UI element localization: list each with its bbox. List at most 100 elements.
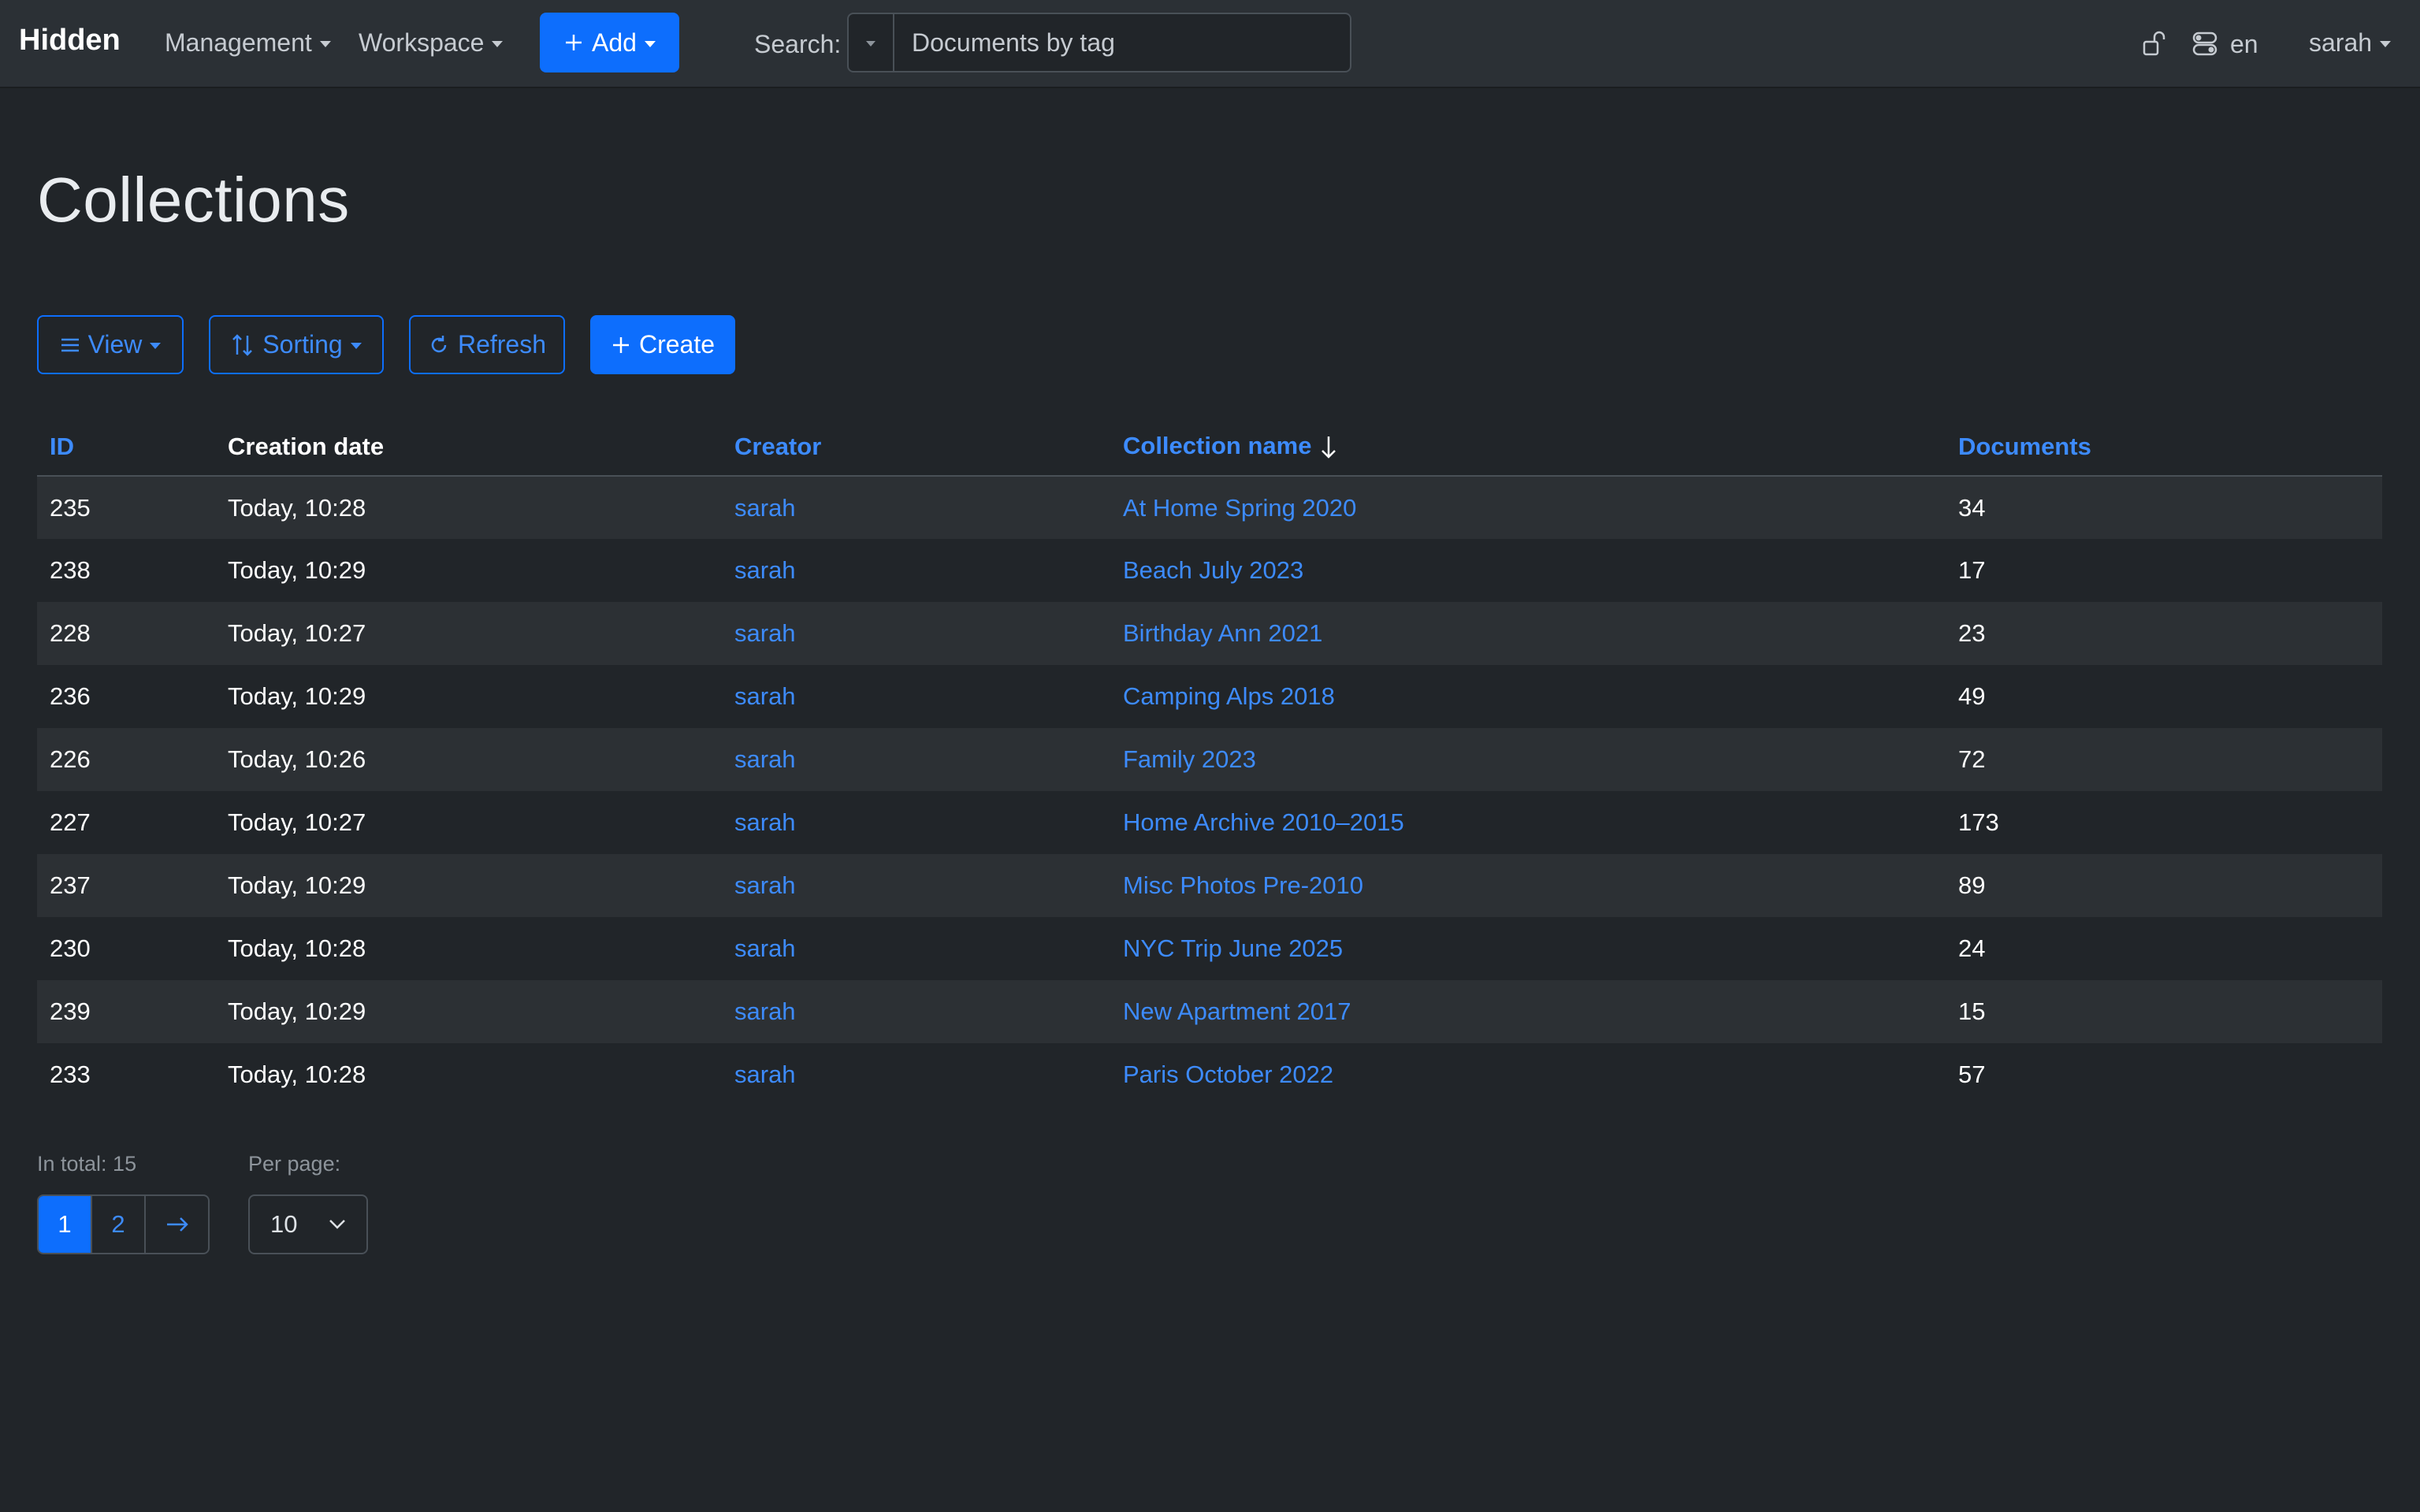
cell-creator-link[interactable]: sarah	[722, 980, 1110, 1043]
cell-documents-count: 34	[1946, 476, 2382, 539]
page-title: Collections	[37, 165, 350, 235]
cell-id: 230	[50, 934, 91, 962]
cell-collection-name-link[interactable]: New Apartment 2017	[1110, 980, 1946, 1043]
chevron-down-icon	[492, 41, 504, 47]
cell-creation-date: Today, 10:29	[215, 980, 722, 1043]
search-input[interactable]	[894, 14, 1350, 71]
page-2-button[interactable]: 2	[92, 1196, 146, 1253]
chevron-down-icon	[2380, 41, 2392, 47]
table-row: 233 Today, 10:28 sarah Paris October 2022 57	[37, 1043, 2382, 1106]
cell-collection-name-link[interactable]: Family 2023	[1110, 728, 1946, 791]
cell-collection-name-link[interactable]: Beach July 2023	[1110, 539, 1946, 602]
table-row: 230 Today, 10:28 sarah NYC Trip June 2025 24	[37, 917, 2382, 980]
cell-creation-date: Today, 10:27	[215, 602, 722, 665]
page-1-button[interactable]: 1	[39, 1196, 92, 1253]
refresh-button-label: Refresh	[457, 330, 547, 358]
unlock-icon[interactable]	[2142, 30, 2167, 61]
column-header-collection-name-label: Collection name	[1123, 432, 1312, 460]
cell-documents-count: 24	[1958, 934, 1986, 962]
cell-creation-date: Today, 10:28	[228, 1061, 366, 1088]
cell-id: 237	[37, 854, 215, 917]
cell-collection-name-link[interactable]: Camping Alps 2018	[1110, 665, 1946, 728]
top-navbar: Hidden Management Workspace Add Search:	[0, 0, 2420, 88]
search-type-dropdown[interactable]	[849, 14, 894, 71]
sort-icon	[232, 333, 253, 356]
column-header-creation-date: Creation date	[215, 418, 722, 477]
plus-icon	[612, 336, 629, 353]
cell-creator-link[interactable]: sarah	[722, 665, 1110, 728]
cell-documents-count: 23	[1946, 602, 2382, 665]
table-row: 238 Today, 10:29 sarah Beach July 2023 17	[37, 539, 2382, 602]
management-menu-label: Management	[165, 28, 312, 57]
cell-id: 239	[37, 980, 215, 1043]
table-row: 236 Today, 10:29 sarah Camping Alps 2018 49	[37, 665, 2382, 728]
cell-creator-link[interactable]: sarah	[722, 917, 1110, 980]
cell-creator-link[interactable]: sarah	[722, 1043, 1110, 1106]
cell-creator-link[interactable]: sarah	[722, 791, 1110, 854]
next-page-button[interactable]	[146, 1196, 208, 1253]
sorting-button-label: Sorting	[262, 330, 343, 358]
arrow-right-icon	[166, 1217, 188, 1232]
create-button[interactable]: Create	[590, 315, 735, 374]
cell-id: 236	[50, 682, 91, 710]
per-page-value: 10	[270, 1210, 298, 1238]
per-page-select[interactable]: 10	[248, 1194, 368, 1254]
cell-collection-name-link[interactable]: Birthday Ann 2021	[1110, 602, 1946, 665]
cell-creation-date: Today, 10:28	[215, 476, 722, 539]
cell-id: 226	[37, 728, 215, 791]
table-row: 226 Today, 10:26 sarah Family 2023 72	[37, 728, 2382, 791]
table-row: 235 Today, 10:28 sarah At Home Spring 2020 3…	[37, 476, 2382, 539]
cell-creator-link[interactable]: sarah	[722, 602, 1110, 665]
refresh-button[interactable]: Refresh	[409, 315, 565, 374]
cell-creation-date: Today, 10:29	[215, 854, 722, 917]
management-menu[interactable]: Management	[165, 28, 331, 58]
arrow-down-icon	[1322, 436, 1336, 459]
brand-logo[interactable]: Hidden	[19, 24, 121, 58]
cell-creator-link[interactable]: sarah	[722, 476, 1110, 539]
cell-id: 235	[37, 476, 215, 539]
table-row: 237 Today, 10:29 sarah Misc Photos Pre-2010…	[37, 854, 2382, 917]
collections-table: ID Creation date Creator Collection name…	[37, 418, 2382, 1106]
view-button-label: View	[87, 330, 143, 358]
search-label: Search:	[754, 30, 842, 58]
workspace-menu[interactable]: Workspace	[359, 28, 504, 58]
per-page-label: Per page:	[248, 1152, 341, 1176]
cell-collection-name-link[interactable]: Paris October 2022	[1110, 1043, 1946, 1106]
create-button-label: Create	[638, 330, 716, 358]
user-menu[interactable]: sarah	[2309, 28, 2392, 58]
cell-collection-name-link[interactable]: NYC Trip June 2025	[1110, 917, 1946, 980]
cell-id: 227	[50, 808, 91, 836]
column-header-creator[interactable]: Creator	[722, 418, 1110, 477]
column-header-collection-name[interactable]: Collection name	[1110, 418, 1946, 477]
table-row: 228 Today, 10:27 sarah Birthday Ann 2021 23	[37, 602, 2382, 665]
chevron-down-icon	[150, 343, 162, 349]
cell-id: 238	[50, 556, 91, 584]
cell-documents-count: 89	[1946, 854, 2382, 917]
cell-collection-name-link[interactable]: Misc Photos Pre-2010	[1110, 854, 1946, 917]
cell-creation-date: Today, 10:29	[228, 682, 366, 710]
language-selector[interactable]: en	[2230, 30, 2258, 59]
column-header-id[interactable]: ID	[37, 418, 215, 477]
theme-toggle-icon[interactable]	[2191, 30, 2218, 61]
refresh-icon	[431, 335, 447, 352]
column-header-documents[interactable]: Documents	[1946, 418, 2382, 477]
cell-documents-count: 57	[1958, 1061, 1986, 1088]
search-group	[847, 13, 1351, 72]
table-header-row: ID Creation date Creator Collection name…	[37, 418, 2382, 477]
chevron-down-icon	[644, 40, 656, 47]
cell-creation-date: Today, 10:29	[228, 556, 366, 584]
cell-creation-date: Today, 10:26	[215, 728, 722, 791]
chevron-down-icon	[329, 1220, 345, 1229]
cell-creator-link[interactable]: sarah	[722, 854, 1110, 917]
add-button[interactable]: Add	[540, 13, 679, 72]
cell-creator-link[interactable]: sarah	[722, 728, 1110, 791]
list-icon	[61, 338, 79, 351]
sorting-button[interactable]: Sorting	[209, 315, 384, 374]
view-button[interactable]: View	[37, 315, 184, 374]
cell-creator-link[interactable]: sarah	[722, 539, 1110, 602]
cell-collection-name-link[interactable]: At Home Spring 2020	[1110, 476, 1946, 539]
cell-documents-count: 49	[1958, 682, 1986, 710]
cell-collection-name-link[interactable]: Home Archive 2010–2015	[1110, 791, 1946, 854]
table-row: 227 Today, 10:27 sarah Home Archive 2010–20…	[37, 791, 2382, 854]
cell-documents-count: 72	[1946, 728, 2382, 791]
